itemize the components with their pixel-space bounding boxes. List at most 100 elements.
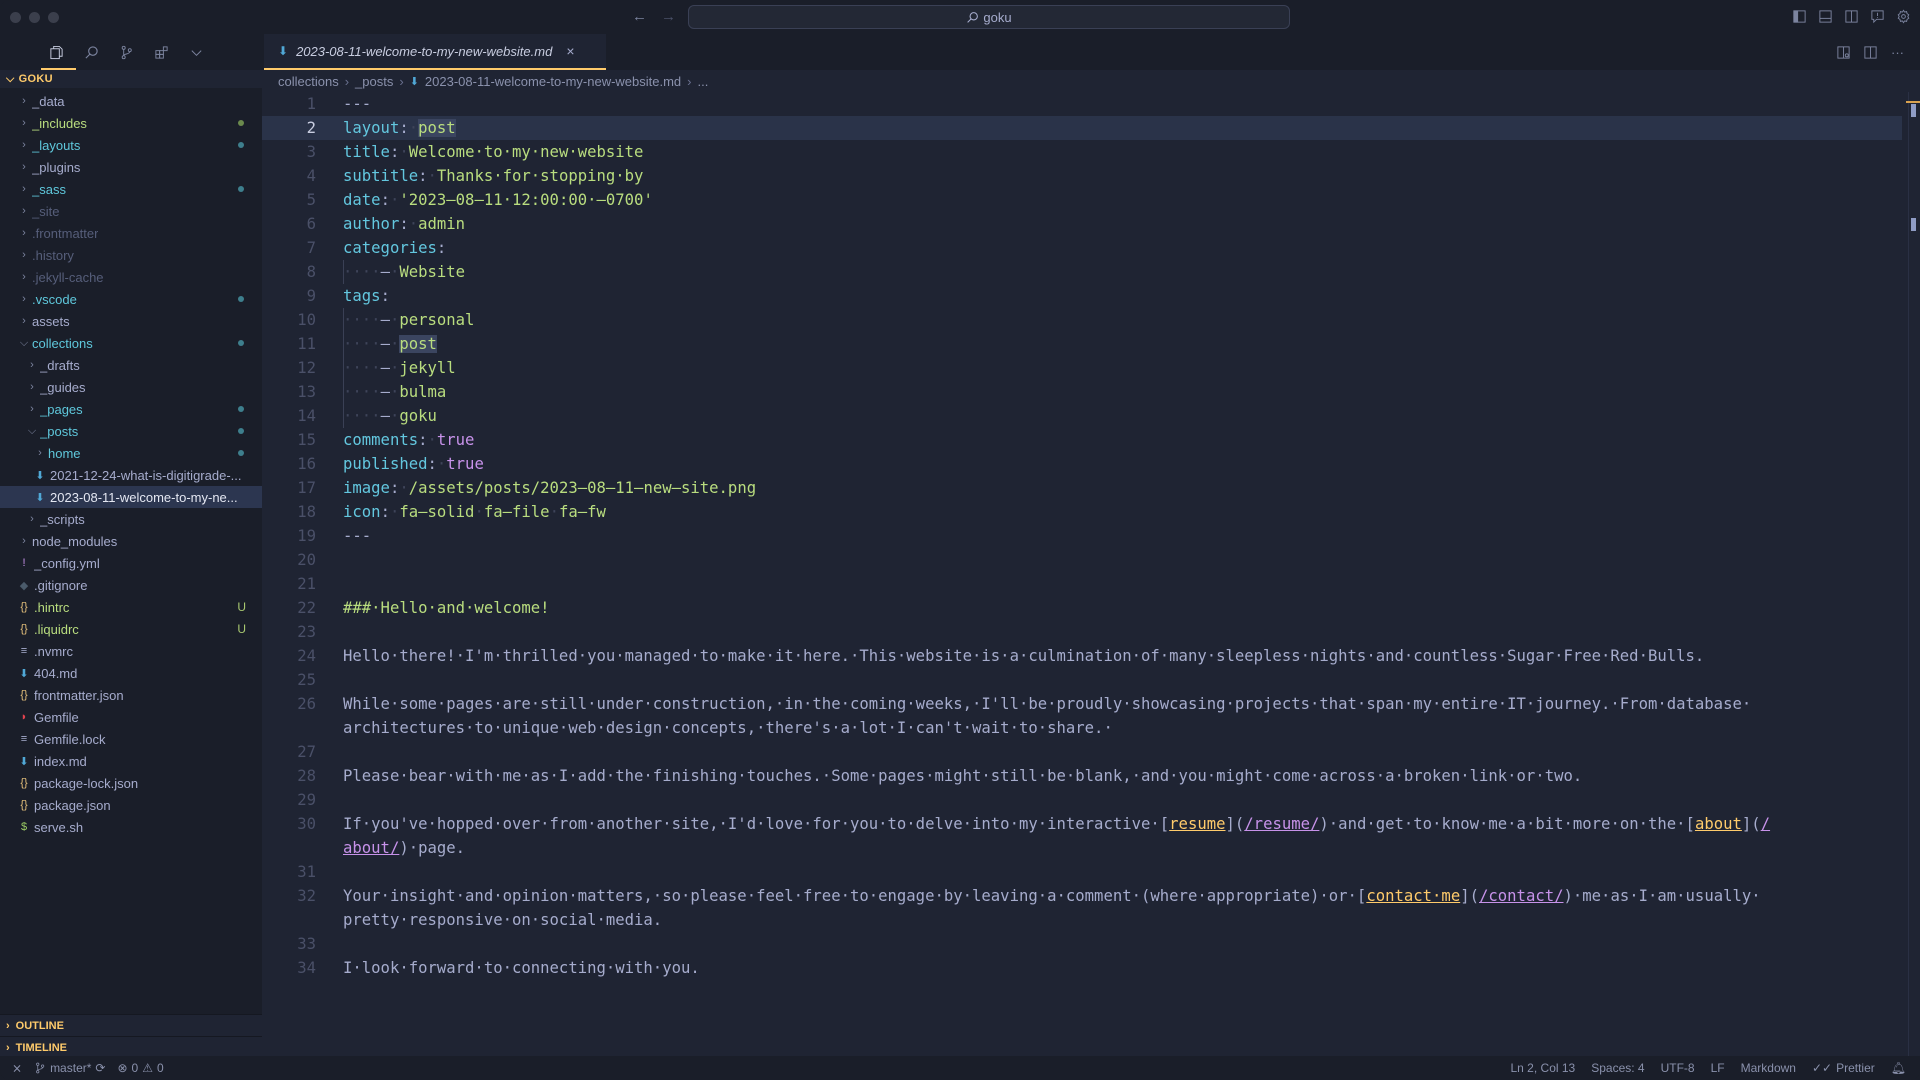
code-line[interactable]: 17 image:·/assets/posts/2023–08–11–new–si…	[262, 476, 1902, 500]
file-item[interactable]: ⬇ 404.md	[0, 662, 262, 684]
toggle-panel-icon[interactable]	[1817, 8, 1834, 25]
code-line[interactable]: 4 subtitle:·Thanks·for·stopping·by	[262, 164, 1902, 188]
code-line[interactable]: 12 ····–·jekyll	[262, 356, 1902, 380]
file-item[interactable]: ≡ Gemfile.lock	[0, 728, 262, 750]
breadcrumb-item[interactable]: _posts	[355, 74, 393, 89]
code-line[interactable]: 30 If·you've·hopped·over·from·another·sit…	[262, 812, 1902, 836]
outline-panel-header[interactable]: › OUTLINE	[0, 1014, 262, 1036]
folder-item[interactable]: › .vscode	[0, 288, 262, 310]
code-line[interactable]: 31	[262, 860, 1902, 884]
code-line[interactable]: 7 categories:	[262, 236, 1902, 260]
breadcrumb-item[interactable]: 2023-08-11-welcome-to-my-new-website.md	[425, 74, 681, 89]
folder-item[interactable]: › .history	[0, 244, 262, 266]
scrollbar-track[interactable]	[1908, 92, 1909, 1056]
code-line[interactable]: 1 ---	[262, 92, 1902, 116]
file-item[interactable]: ⬇ index.md	[0, 750, 262, 772]
source-control-icon[interactable]	[118, 44, 135, 61]
cursor-position[interactable]: Ln 2, Col 13	[1511, 1061, 1576, 1075]
code-line[interactable]: 2 layout:·post	[262, 116, 1902, 140]
toggle-secondary-sidebar-icon[interactable]	[1843, 8, 1860, 25]
formatter-status[interactable]: ✓✓ Prettier	[1812, 1061, 1875, 1075]
maximize-window-button[interactable]	[48, 12, 59, 23]
code-line[interactable]: 29	[262, 788, 1902, 812]
code-line[interactable]: 21	[262, 572, 1902, 596]
folder-item[interactable]: › _pages	[0, 398, 262, 420]
code-line[interactable]: 3 title:·Welcome·to·my·new·website	[262, 140, 1902, 164]
file-item[interactable]: $ serve.sh	[0, 816, 262, 838]
folder-item[interactable]: › .jekyll-cache	[0, 266, 262, 288]
code-line[interactable]: 25	[262, 668, 1902, 692]
code-line[interactable]: 27	[262, 740, 1902, 764]
code-line[interactable]: 9 tags:	[262, 284, 1902, 308]
open-preview-icon[interactable]	[1835, 44, 1852, 61]
code-token[interactable]: /	[1761, 815, 1770, 833]
code-editor[interactable]: 1 --- 2 layout:·post 3 title:·Welcome·to·my·n…	[262, 92, 1902, 980]
code-line[interactable]: 5 date:·'2023–08–11·12:00:00·–0700'	[262, 188, 1902, 212]
file-item[interactable]: ◗ Gemfile	[0, 706, 262, 728]
code-line[interactable]: architectures·to·unique·web·design·conce…	[262, 716, 1902, 740]
code-token[interactable]: about	[1695, 815, 1742, 833]
folder-item[interactable]: › _data	[0, 90, 262, 112]
settings-gear-icon[interactable]	[1895, 8, 1912, 25]
code-line[interactable]: 13 ····–·bulma	[262, 380, 1902, 404]
code-line[interactable]: 11 ····–·post	[262, 332, 1902, 356]
code-line[interactable]: about/)·page.	[262, 836, 1902, 860]
remote-indicator-icon[interactable]: ⨯	[12, 1061, 22, 1075]
chevron-down-icon[interactable]	[188, 44, 205, 61]
scrollbar-thumb[interactable]	[1911, 104, 1916, 117]
folder-item[interactable]: › home	[0, 442, 262, 464]
folder-item[interactable]: › _layouts	[0, 134, 262, 156]
code-line[interactable]: 14 ····–·goku	[262, 404, 1902, 428]
code-line[interactable]: 32 Your·insight·and·opinion·matters,·so·p…	[262, 884, 1902, 908]
code-line[interactable]: 33	[262, 932, 1902, 956]
timeline-panel-header[interactable]: › TIMELINE	[0, 1036, 262, 1058]
code-line[interactable]: 15 comments:·true	[262, 428, 1902, 452]
folder-item[interactable]: › _site	[0, 200, 262, 222]
code-token[interactable]: /contact/	[1479, 887, 1564, 905]
close-window-button[interactable]	[10, 12, 21, 23]
notifications-bell-icon[interactable]: 🔔︎	[1891, 1061, 1906, 1075]
explorer-icon[interactable]	[48, 44, 65, 61]
folder-item[interactable]: › _plugins	[0, 156, 262, 178]
breadcrumb-item[interactable]: collections	[278, 74, 339, 89]
file-item[interactable]: {} .hintrc U	[0, 596, 262, 618]
toggle-primary-sidebar-icon[interactable]	[1791, 8, 1808, 25]
sync-icon[interactable]: ⟳	[95, 1061, 105, 1075]
close-tab-icon[interactable]: ×	[566, 43, 574, 59]
file-item[interactable]: ◆ .gitignore	[0, 574, 262, 596]
code-line[interactable]: 26 While·some·pages·are·still·under·const…	[262, 692, 1902, 716]
folder-item[interactable]: ⌵ _posts	[0, 420, 262, 442]
search-icon[interactable]	[83, 44, 100, 61]
folder-item[interactable]: › assets	[0, 310, 262, 332]
code-token[interactable]: /resume/	[1244, 815, 1319, 833]
extensions-icon[interactable]	[153, 44, 170, 61]
code-line[interactable]: 20	[262, 548, 1902, 572]
code-line[interactable]: 24 Hello·there!·I'm·thrilled·you·managed·…	[262, 644, 1902, 668]
file-item[interactable]: {} package.json	[0, 794, 262, 816]
code-line[interactable]: 6 author:·admin	[262, 212, 1902, 236]
code-line[interactable]: 34 I·look·forward·to·connecting·with·you.	[262, 956, 1902, 980]
code-line[interactable]: 18 icon:·fa–solid·fa–file·fa–fw	[262, 500, 1902, 524]
code-line[interactable]: 28 Please·bear·with·me·as·I·add·the·finis…	[262, 764, 1902, 788]
file-item[interactable]: ≡ .nvmrc	[0, 640, 262, 662]
language-mode[interactable]: Markdown	[1741, 1061, 1796, 1075]
code-line[interactable]: 16 published:·true	[262, 452, 1902, 476]
code-line[interactable]: 23	[262, 620, 1902, 644]
indentation[interactable]: Spaces: 4	[1591, 1061, 1644, 1075]
tab-active-file[interactable]: ⬇ 2023-08-11-welcome-to-my-new-website.m…	[264, 34, 606, 70]
breadcrumb-item[interactable]: ...	[698, 74, 709, 89]
code-token[interactable]: resume	[1169, 815, 1225, 833]
file-item[interactable]: {} frontmatter.json	[0, 684, 262, 706]
code-token[interactable]: about/	[343, 839, 399, 857]
folder-item[interactable]: › .frontmatter	[0, 222, 262, 244]
split-editor-icon[interactable]	[1862, 44, 1879, 61]
explorer-root-header[interactable]: ⌵ GOKU	[0, 70, 262, 88]
more-actions-icon[interactable]: ···	[1889, 44, 1906, 61]
code-line[interactable]: pretty·responsive·on·social·media.	[262, 908, 1902, 932]
code-line[interactable]: 19 ---	[262, 524, 1902, 548]
folder-item[interactable]: › _guides	[0, 376, 262, 398]
file-item[interactable]: {} .liquidrc U	[0, 618, 262, 640]
folder-item[interactable]: › node_modules	[0, 530, 262, 552]
encoding[interactable]: UTF-8	[1661, 1061, 1695, 1075]
file-item[interactable]: ⬇ 2023-08-11-welcome-to-my-ne...	[0, 486, 262, 508]
